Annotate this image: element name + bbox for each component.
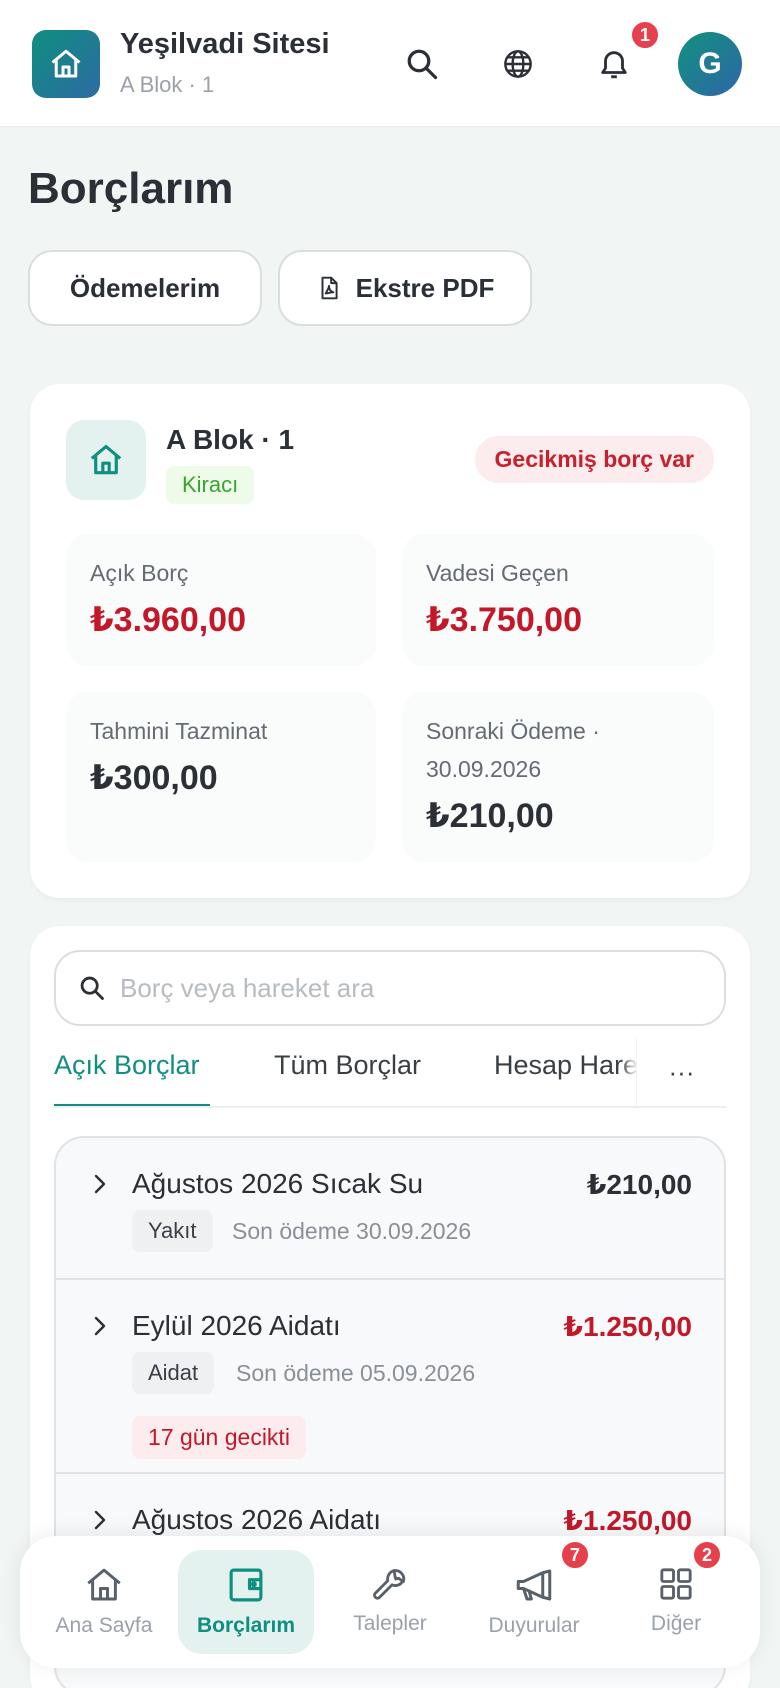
stat-value: ₺3.960,00 — [90, 601, 247, 639]
nav-label: Ana Sayfa — [55, 1614, 153, 1637]
tab-all-debts[interactable]: Tüm Borçlar — [274, 1050, 421, 1081]
stat-next-payment: Sonraki Ödeme · 30.09.2026 ₺210,00 — [402, 692, 714, 862]
debt-title: Ağustos 2026 Aidatı — [132, 1504, 382, 1535]
stat-value: ₺210,00 — [426, 797, 554, 835]
payments-button-label: Ödemelerim — [69, 272, 221, 303]
debt-amount: ₺210,00 — [586, 1169, 692, 1200]
debt-title: Ağustos 2026 Sıcak Su — [132, 1168, 424, 1199]
chevron-right-icon[interactable] — [90, 1172, 110, 1196]
debt-row[interactable]: Ağustos 2026 Sıcak Su ₺210,00 Yakıt Son … — [56, 1138, 724, 1280]
search-icon — [80, 976, 104, 1000]
unit-name: A Blok · 1 — [166, 424, 295, 455]
tab-open-debts[interactable]: Açık Borçlar — [54, 1050, 200, 1081]
app-header: Yeşilvadi Sitesi A Blok · 1 1 G — [0, 0, 780, 127]
globe-icon — [504, 50, 532, 78]
unit-icon-box — [66, 420, 146, 500]
bell-icon — [601, 51, 627, 79]
search-button[interactable] — [398, 40, 446, 88]
stat-open-debt: Açık Borç ₺3.960,00 — [66, 534, 376, 666]
search-box[interactable] — [54, 950, 726, 1026]
debt-tabs: Açık Borçlar Tüm Borçlar Hesap Hareketle… — [54, 1038, 726, 1108]
notifications-button[interactable] — [590, 40, 638, 88]
due-date: Son ödeme 30.09.2026 — [232, 1218, 472, 1244]
active-tab-indicator — [54, 1104, 210, 1106]
search-icon — [407, 49, 438, 80]
more-dots-icon: ··· — [668, 1056, 695, 1087]
nav-debts[interactable]: Borçlarım — [178, 1550, 314, 1654]
stat-value: ₺3.750,00 — [426, 601, 583, 639]
stat-label: Vadesi Geçen — [426, 560, 569, 586]
late-badge: 17 gün gecikti — [132, 1416, 306, 1459]
megaphone-icon — [516, 1569, 552, 1601]
nav-label: Diğer — [650, 1612, 702, 1635]
debt-amount: ₺1.250,00 — [563, 1311, 692, 1342]
category-tag: Yakıt — [132, 1210, 213, 1252]
payments-button[interactable]: Ödemelerim — [28, 250, 262, 326]
statement-pdf-button[interactable]: Ekstre PDF — [278, 250, 532, 326]
language-button[interactable] — [494, 40, 542, 88]
summary-card: A Blok · 1 Kiracı Gecikmiş borç var Açık… — [30, 384, 750, 898]
home-icon — [87, 1568, 121, 1601]
wrench-icon — [373, 1569, 406, 1600]
page-title: Borçlarım — [28, 164, 234, 213]
avatar[interactable]: G — [678, 32, 742, 96]
home-icon — [51, 49, 81, 78]
debt-title: Eylül 2026 Aidatı — [132, 1310, 341, 1341]
wallet-icon — [229, 1568, 263, 1602]
chevron-right-icon[interactable] — [90, 1314, 110, 1338]
due-date: Son ödeme 05.09.2026 — [236, 1360, 476, 1386]
notification-badge: 1 — [630, 20, 660, 50]
nav-label: Talepler — [353, 1612, 427, 1635]
nav-home[interactable]: Ana Sayfa — [36, 1550, 172, 1654]
overdue-badge: Gecikmiş borç var — [474, 436, 714, 483]
pdf-file-icon — [321, 276, 338, 300]
nav-label: Borçlarım — [196, 1614, 296, 1637]
stat-label: Açık Borç — [90, 560, 189, 586]
unit-subtitle: A Blok · 1 — [120, 72, 215, 97]
debt-row[interactable]: Eylül 2026 Aidatı ₺1.250,00 Aidat Son öd… — [56, 1280, 724, 1474]
search-input[interactable] — [120, 972, 680, 1004]
debt-amount: ₺1.250,00 — [563, 1505, 692, 1536]
stat-value: ₺300,00 — [90, 759, 218, 797]
stat-overdue: Vadesi Geçen ₺3.750,00 — [402, 534, 714, 666]
category-tag: Aidat — [132, 1352, 215, 1394]
grid-icon — [660, 1568, 692, 1600]
home-icon — [90, 444, 122, 475]
bottom-nav: Ana Sayfa Borçlarım Talepler Duyurular 7… — [20, 1536, 760, 1668]
site-name: Yeşilvadi Sitesi — [120, 28, 330, 60]
stat-label: Tahmini Tazminat — [90, 718, 268, 744]
role-badge: Kiracı — [166, 466, 255, 504]
tabs-more-button[interactable]: ··· — [636, 1038, 726, 1106]
statement-button-label: Ekstre PDF — [355, 272, 495, 303]
nav-requests[interactable]: Talepler — [322, 1550, 458, 1654]
announcements-badge: 7 — [560, 1540, 590, 1570]
more-badge: 2 — [692, 1540, 722, 1570]
stat-estimated-penalty: Tahmini Tazminat ₺300,00 — [66, 692, 376, 862]
chevron-right-icon[interactable] — [90, 1508, 110, 1532]
nav-more[interactable]: Diğer — [608, 1550, 744, 1654]
nav-label: Duyurular — [488, 1614, 580, 1637]
site-logo[interactable] — [32, 30, 100, 98]
stat-label: Sonraki Ödeme · 30.09.2026 — [426, 718, 600, 782]
